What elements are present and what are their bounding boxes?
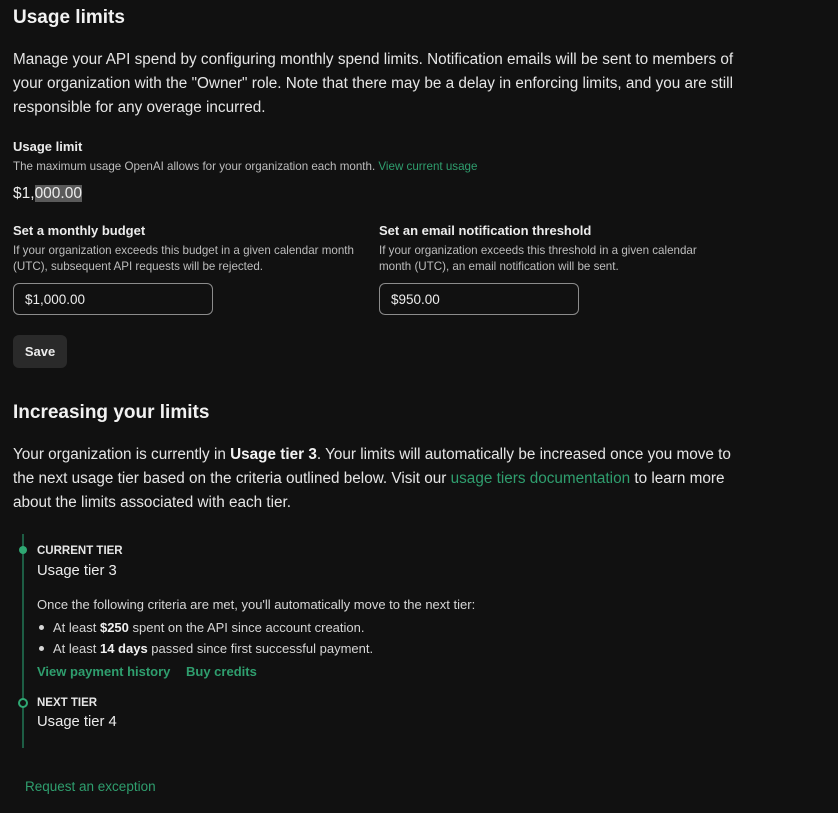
increasing-limits-text-1: Your organization is currently in — [13, 446, 231, 463]
usage-limit-help: The maximum usage OpenAI allows for your… — [13, 159, 477, 175]
usage-limit-help-text: The maximum usage OpenAI allows for your… — [13, 160, 376, 173]
criteria-item-value: 14 days — [99, 641, 148, 656]
usage-limits-title: Usage limits — [13, 7, 125, 28]
criteria-item: At least $250 spent on the API since acc… — [37, 617, 373, 638]
usage-limit-value: $1,000.00 — [13, 185, 82, 203]
criteria-item-text: spent on the API since account creation. — [128, 620, 365, 635]
criteria-intro: Once the following criteria are met, you… — [37, 597, 476, 612]
current-tier-inline: Usage tier 3 — [230, 446, 317, 463]
monthly-budget-help: If your organization exceeds this budget… — [13, 244, 354, 273]
criteria-item-text: passed since first successful payment. — [147, 641, 374, 656]
usage-limit-value-selected: 000.00 — [34, 185, 82, 202]
email-threshold-input[interactable] — [379, 283, 579, 315]
criteria-item-value: $250 — [99, 620, 129, 635]
current-tier-name: Usage tier 3 — [37, 563, 117, 579]
monthly-budget-input[interactable] — [13, 283, 213, 315]
criteria-item: At least 14 days passed since first succ… — [37, 638, 373, 659]
usage-limit-label: Usage limit — [13, 139, 83, 154]
next-tier-dot-icon — [18, 698, 28, 708]
usage-tiers-docs-link[interactable]: usage tiers documentation — [451, 470, 630, 487]
email-threshold-help: If your organization exceeds this thresh… — [379, 244, 697, 273]
tier-timeline-line — [22, 534, 24, 748]
current-tier-caption: CURRENT TIER — [37, 545, 123, 557]
increasing-limits-title: Increasing your limits — [13, 402, 210, 423]
monthly-budget-label: Set a monthly budget — [13, 223, 146, 238]
request-exception-link[interactable]: Request an exception — [25, 779, 156, 794]
criteria-list: At least $250 spent on the API since acc… — [37, 617, 373, 659]
criteria-item-text: At least — [53, 620, 100, 635]
next-tier-name: Usage tier 4 — [37, 714, 117, 730]
email-threshold-label: Set an email notification threshold — [379, 223, 592, 238]
save-button[interactable]: Save — [13, 335, 67, 368]
current-tier-dot-icon — [19, 546, 27, 554]
view-current-usage-link[interactable]: View current usage — [378, 160, 477, 173]
buy-credits-link[interactable]: Buy credits — [186, 664, 257, 679]
next-tier-caption: NEXT TIER — [37, 697, 98, 709]
criteria-item-text: At least — [53, 641, 100, 656]
view-payment-history-link[interactable]: View payment history — [37, 664, 170, 679]
usage-limits-description: Manage your API spend by configuring mon… — [13, 51, 734, 116]
increasing-limits-description: Your organization is currently in Usage … — [13, 443, 733, 515]
usage-limit-value-prefix: $1, — [13, 185, 35, 202]
